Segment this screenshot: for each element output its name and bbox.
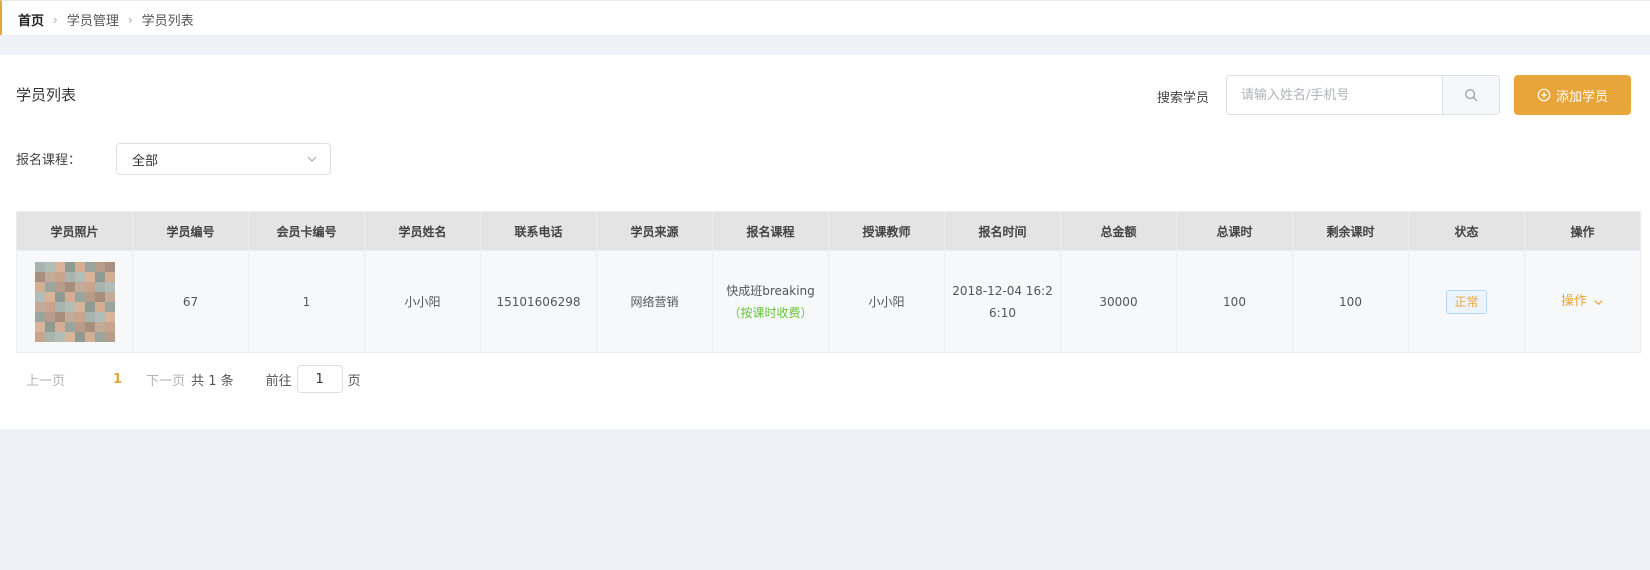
col-enroll-time: 报名时间 [944, 211, 1061, 251]
student-photo[interactable] [34, 261, 115, 342]
chevron-down-icon [1594, 299, 1603, 305]
status-cell: 正常 [1408, 250, 1525, 353]
col-remaining-hours: 剩余课时 [1292, 211, 1409, 251]
card-no: 1 [248, 250, 365, 353]
goto-label: 前往 [265, 373, 292, 389]
add-student-label: 添加学员 [1555, 89, 1608, 105]
col-name: 学员姓名 [364, 211, 481, 251]
breadcrumb: 首页 › 学员管理 › 学员列表 [18, 10, 194, 30]
teacher: 小小阳 [828, 250, 945, 353]
col-student-no: 学员编号 [132, 211, 249, 251]
course-filter-label: 报名课程： [16, 153, 82, 168]
phone: 15101606298 [480, 250, 597, 353]
goto-page-input[interactable] [296, 365, 343, 393]
add-student-button[interactable]: 添加学员 [1514, 75, 1631, 115]
top-bar: 首页 › 学员管理 › 学员列表 [0, 0, 1650, 35]
search-box [1226, 75, 1500, 115]
enroll-time-line1: 2018-12-04 16:2 [952, 283, 1053, 298]
course-filter-select[interactable]: 全部 [116, 143, 331, 175]
table-row: 67 1 小小阳 15101606298 网络营销 快成班breaking （按… [16, 250, 1641, 353]
prev-page-button[interactable]: 上一页 [26, 370, 65, 389]
page-title: 学员列表 [16, 86, 77, 104]
next-page-button[interactable]: 下一页 [146, 370, 185, 389]
breadcrumb-home[interactable]: 首页 [18, 10, 44, 29]
breadcrumb-student-list: 学员列表 [141, 14, 194, 29]
student-name: 小小阳 [364, 250, 481, 353]
chevron-right-icon: › [53, 12, 58, 27]
remaining-hours: 100 [1292, 250, 1409, 353]
course-name: 快成班breaking [726, 283, 815, 298]
source: 网络营销 [596, 250, 713, 353]
actions-cell: 操作 [1524, 250, 1641, 353]
amount: 30000 [1060, 250, 1177, 353]
col-teacher: 授课教师 [828, 211, 945, 251]
col-total-hours: 总课时 [1176, 211, 1293, 251]
plus-circle-icon [1537, 88, 1551, 102]
photo-cell [16, 250, 133, 353]
breadcrumb-student-management[interactable]: 学员管理 [67, 10, 119, 29]
enroll-time-line2: 6:10 [989, 305, 1016, 320]
col-source: 学员来源 [596, 211, 713, 251]
table-header-row: 学员照片 学员编号 会员卡编号 学员姓名 联系电话 学员来源 报名课程 授课教师… [16, 211, 1641, 251]
col-status: 状态 [1408, 211, 1525, 251]
col-photo: 学员照片 [16, 211, 133, 251]
chevron-down-icon [307, 156, 317, 162]
pagination: 上一页 1 下一页 共 1 条 前往 页 [26, 365, 361, 393]
total-count: 共 1 条 [191, 373, 234, 389]
course-cell: 快成班breaking （按课时收费） [712, 250, 829, 353]
row-actions-label: 操作 [1560, 294, 1587, 309]
search-icon [1465, 89, 1478, 102]
main-panel: 学员列表 搜索学员 添加学员 报名课程： 全部 学员照片 学员编号 [0, 55, 1650, 429]
search-label: 搜索学员 [1157, 91, 1210, 106]
student-table: 学员照片 学员编号 会员卡编号 学员姓名 联系电话 学员来源 报名课程 授课教师… [16, 211, 1641, 353]
course-billing-note: （按课时收费） [728, 305, 813, 320]
total-hours: 100 [1176, 250, 1293, 353]
goto-unit-label: 页 [347, 373, 361, 389]
col-phone: 联系电话 [480, 211, 597, 251]
status-badge: 正常 [1446, 289, 1487, 314]
col-actions: 操作 [1524, 211, 1641, 251]
col-amount: 总金额 [1060, 211, 1177, 251]
student-no: 67 [132, 250, 249, 353]
search-input[interactable] [1227, 76, 1442, 114]
col-card-no: 会员卡编号 [248, 211, 365, 251]
course-filter-value: 全部 [132, 153, 159, 169]
search-button[interactable] [1442, 76, 1499, 114]
enroll-time-cell: 2018-12-04 16:2 6:10 [944, 250, 1061, 353]
col-course: 报名课程 [712, 211, 829, 251]
chevron-right-icon: › [127, 12, 133, 27]
page-number-current[interactable]: 1 [113, 372, 122, 387]
row-actions-dropdown[interactable]: 操作 [1561, 291, 1604, 313]
